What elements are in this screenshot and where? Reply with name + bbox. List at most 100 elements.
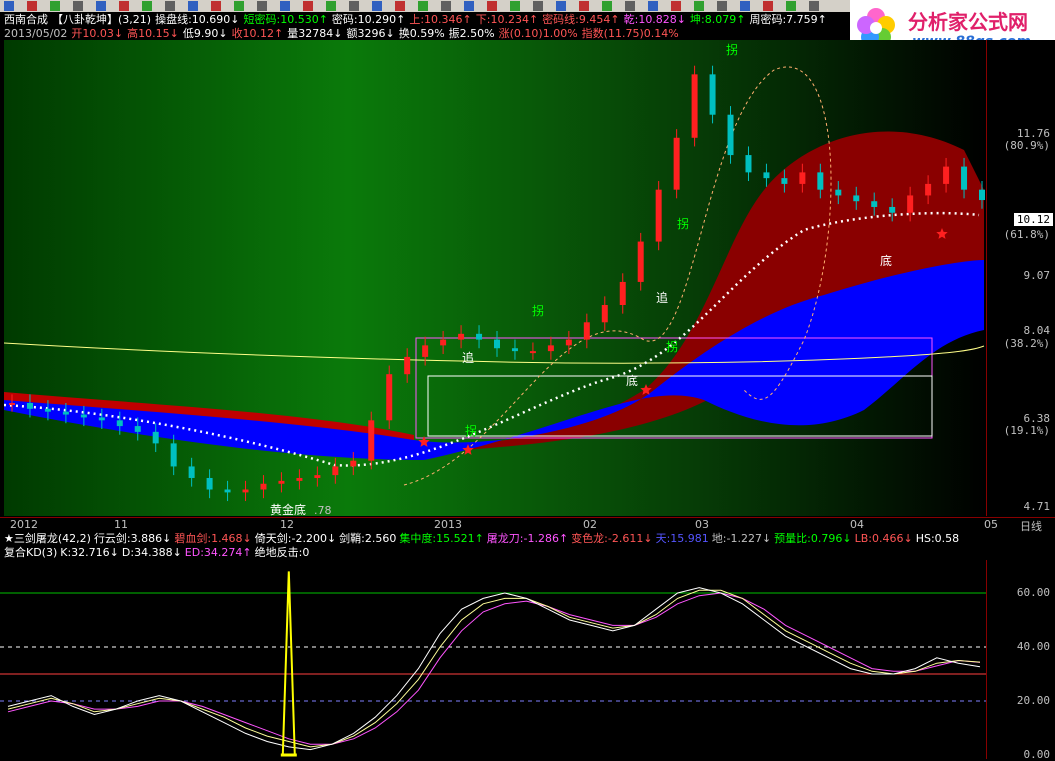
toolbar-button[interactable] [510, 1, 520, 11]
candle-body [458, 333, 465, 340]
kd-tick-label: 40.00 [1016, 640, 1050, 653]
toolbar [0, 0, 850, 12]
toolbar-button[interactable] [786, 1, 796, 11]
header-field: 低9.90↓ [182, 27, 228, 40]
toolbar-button[interactable] [372, 1, 382, 11]
toolbar-button[interactable] [234, 1, 244, 11]
toolbar-button[interactable] [579, 1, 589, 11]
date-tick-label: 2012 [10, 518, 38, 531]
candle-body [206, 477, 213, 490]
candle-body [26, 403, 33, 409]
toolbar-button[interactable] [625, 1, 635, 11]
candle-body [44, 408, 51, 412]
header-field: 涨(0.10)1.00% [498, 27, 578, 40]
annotation-label: 底 [880, 253, 892, 268]
price-tick-label: 8.04 [1023, 324, 1051, 337]
header-field: 密码线:9.454↑ [542, 13, 620, 26]
header-field: 指数(11.75)0.14% [581, 27, 679, 40]
candle-body [565, 339, 572, 346]
toolbar-button[interactable] [717, 1, 727, 11]
toolbar-button[interactable] [648, 1, 658, 11]
kd-chart[interactable] [0, 560, 986, 759]
header-field: 【八卦乾坤】(3,21) [52, 13, 152, 26]
toolbar-button[interactable] [165, 1, 175, 11]
kd-tick-label: 0.00 [1023, 748, 1051, 761]
toolbar-button[interactable] [809, 1, 819, 11]
toolbar-button[interactable] [303, 1, 313, 11]
logo-title: 分析家公式网 [908, 10, 1028, 34]
golden-bottom-label: 黄金底 [270, 502, 306, 516]
toolbar-button[interactable] [280, 1, 290, 11]
candle-body [907, 195, 914, 213]
date-axis: 2012 11 12 2013 02 03 04 05 日线 [0, 517, 1055, 533]
toolbar-button[interactable] [119, 1, 129, 11]
candle-body [80, 414, 87, 418]
price-tick-label: (80.9%) [1003, 139, 1050, 152]
candle-body [961, 166, 968, 190]
candle-body [476, 333, 483, 340]
price-axis: 11.76 (80.9%) 10.12 (61.8%) 9.07 8.04 (38.2%) 6… [986, 40, 1055, 516]
toolbar-button[interactable] [418, 1, 428, 11]
toolbar-button[interactable] [188, 1, 198, 11]
toolbar-button[interactable] [487, 1, 497, 11]
toolbar-button[interactable] [73, 1, 83, 11]
candle-body [781, 178, 788, 184]
annotation-label: 追 [462, 350, 474, 365]
candle-body [350, 460, 357, 467]
toolbar-button[interactable] [4, 1, 14, 11]
toolbar-button[interactable] [27, 1, 37, 11]
price-chart[interactable]: 拐拐拐拐拐追追底底黄金底 .78 [4, 40, 986, 516]
toolbar-button[interactable] [441, 1, 451, 11]
date-tick-label: 2013 [434, 518, 462, 531]
header-field: 周密码:7.759↑ [749, 13, 827, 26]
header-field: 碧血剑:1.468↓ [174, 532, 252, 545]
candle-body [619, 281, 626, 305]
header-field: 操盘线:10.690↓ [155, 13, 240, 26]
candle-body [98, 417, 105, 421]
toolbar-button[interactable] [211, 1, 221, 11]
candle-body [763, 172, 770, 179]
candle-body [188, 466, 195, 478]
toolbar-button[interactable] [326, 1, 336, 11]
candle-body [529, 351, 536, 354]
candle-body [547, 345, 554, 352]
toolbar-button[interactable] [395, 1, 405, 11]
toolbar-button[interactable] [602, 1, 612, 11]
candle-body [224, 489, 231, 493]
toolbar-button[interactable] [349, 1, 359, 11]
indicator-row-kd: 复合KD(3) K:32.716↓ D:34.388↓ ED:34.274↑ 绝地反击:… [4, 546, 312, 559]
header-field: 量32784↓ [287, 27, 343, 40]
toolbar-button[interactable] [142, 1, 152, 11]
price-tick-label: 9.07 [1023, 269, 1051, 282]
header-field: 西南合成 [4, 13, 48, 26]
toolbar-button[interactable] [740, 1, 750, 11]
candle-body [404, 356, 411, 375]
header-field: 坤:8.079↑ [690, 13, 746, 26]
candle-body [601, 304, 608, 323]
header-field: LB:0.466↓ [854, 532, 913, 545]
toolbar-button[interactable] [96, 1, 106, 11]
kd-k-line [7, 587, 981, 751]
candle-body [368, 420, 375, 461]
toolbar-button[interactable] [533, 1, 543, 11]
toolbar-button[interactable] [671, 1, 681, 11]
candle-body [979, 189, 985, 201]
candle-body [314, 475, 321, 478]
golden-bottom-value: .78 [314, 504, 332, 516]
candle-body [835, 189, 842, 196]
candle-body [853, 195, 860, 202]
kd-tick-label: 20.00 [1016, 694, 1050, 707]
header-field: 短密码:10.530↑ [243, 13, 328, 26]
candle-body [152, 431, 159, 444]
candle-body [332, 466, 339, 476]
toolbar-button[interactable] [763, 1, 773, 11]
date-tick-label: 12 [280, 518, 294, 531]
toolbar-button[interactable] [694, 1, 704, 11]
toolbar-button[interactable] [556, 1, 566, 11]
header-field: HS:0.58 [915, 532, 960, 545]
toolbar-button[interactable] [257, 1, 267, 11]
header-field: D:34.388↓ [121, 546, 182, 559]
header-field: 地:-1.227↓ [711, 532, 772, 545]
toolbar-button[interactable] [464, 1, 474, 11]
toolbar-button[interactable] [50, 1, 60, 11]
